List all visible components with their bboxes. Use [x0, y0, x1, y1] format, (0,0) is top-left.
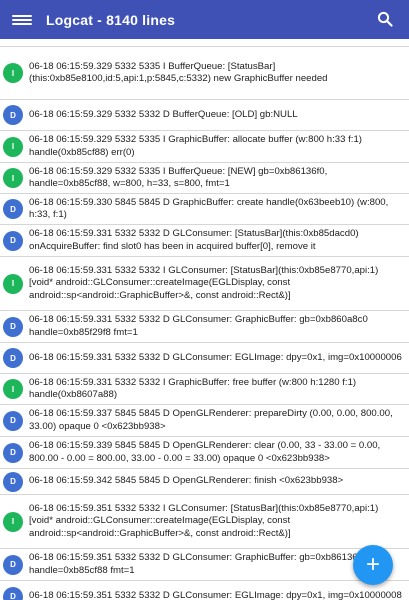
log-message: 06-18 06:15:59.330 5845 5845 D GraphicBu…	[29, 196, 389, 220]
log-message: 06-18 06:15:59.331 5332 5332 D GLConsume…	[29, 228, 359, 252]
log-level-badge: D	[3, 348, 23, 368]
log-level-badge: I	[3, 379, 23, 399]
log-level-badge: D	[3, 105, 23, 125]
log-row[interactable]: D 06-18 06:15:59.329 5332 5332 D BufferQu…	[0, 100, 409, 131]
log-row-partial	[0, 39, 409, 47]
log-level-badge: D	[3, 471, 23, 492]
log-message: 06-18 06:15:59.337 5845 5845 D OpenGLRen…	[29, 408, 393, 432]
log-row[interactable]: D 06-18 06:15:59.331 5332 5332 D GLConsum…	[0, 311, 409, 343]
log-level-badge: I	[3, 511, 23, 532]
log-level-badge: I	[3, 273, 23, 294]
log-message: 06-18 06:15:59.342 5845 5845 D OpenGLRen…	[29, 475, 344, 487]
log-message: 06-18 06:15:59.329 5332 5335 I BufferQue…	[29, 165, 328, 189]
menu-icon-line	[12, 14, 32, 17]
log-message: 06-18 06:15:59.329 5332 5335 I GraphicBu…	[29, 134, 362, 158]
page-title: Logcat - 8140 lines	[46, 11, 176, 28]
log-row[interactable]: D 06-18 06:15:59.337 5845 5845 D OpenGLRe…	[0, 405, 409, 437]
log-list[interactable]: I 06-18 06:15:59.329 5332 5335 I BufferQu…	[0, 39, 409, 600]
log-level-badge: I	[3, 168, 23, 188]
log-row[interactable]: I 06-18 06:15:59.329 5332 5335 I GraphicB…	[0, 131, 409, 163]
log-level-badge: D	[3, 316, 23, 337]
menu-icon-line	[12, 22, 32, 25]
log-row[interactable]: I 06-18 06:15:59.331 5332 5332 I GraphicB…	[0, 374, 409, 405]
menu-icon[interactable]	[12, 12, 32, 28]
log-level-badge: D	[3, 410, 23, 431]
log-level-badge: D	[3, 230, 23, 251]
log-row[interactable]: D 06-18 06:15:59.351 5332 5332 D GLConsum…	[0, 581, 409, 600]
log-message: 06-18 06:15:59.331 5332 5332 I GraphicBu…	[29, 376, 357, 400]
log-level-badge: I	[3, 63, 23, 83]
log-level-badge: D	[3, 586, 23, 600]
log-row[interactable]: D 06-18 06:15:59.339 5845 5845 D OpenGLRe…	[0, 437, 409, 469]
log-row[interactable]: I 06-18 06:15:59.329 5332 5335 I BufferQu…	[0, 47, 409, 100]
log-message: 06-18 06:15:59.329 5332 5335 I BufferQue…	[29, 60, 328, 84]
log-message: 06-18 06:15:59.351 5332 5332 D GLConsume…	[29, 590, 402, 600]
log-message: 06-18 06:15:59.351 5332 5332 I GLConsume…	[29, 502, 379, 539]
log-row[interactable]: D 06-18 06:15:59.330 5845 5845 D GraphicB…	[0, 194, 409, 225]
log-message: 06-18 06:15:59.351 5332 5332 D GLConsume…	[29, 552, 366, 576]
menu-icon-line	[12, 18, 32, 21]
log-message: 06-18 06:15:59.331 5332 5332 D GLConsume…	[29, 351, 402, 363]
app-bar: Logcat - 8140 lines	[0, 0, 409, 39]
log-row[interactable]: I 06-18 06:15:59.351 5332 5332 I GLConsum…	[0, 495, 409, 549]
log-level-badge: D	[3, 199, 23, 219]
log-row[interactable]: D 06-18 06:15:59.331 5332 5332 D GLConsum…	[0, 343, 409, 374]
log-level-badge: D	[3, 442, 23, 463]
log-level-badge: D	[3, 554, 23, 575]
log-message: 06-18 06:15:59.339 5845 5845 D OpenGLRen…	[29, 440, 381, 464]
log-row[interactable]: D 06-18 06:15:59.351 5332 5332 D GLConsum…	[0, 549, 409, 581]
log-row[interactable]: D 06-18 06:15:59.342 5845 5845 D OpenGLRe…	[0, 469, 409, 495]
log-message: 06-18 06:15:59.331 5332 5332 I GLConsume…	[29, 264, 379, 301]
log-row[interactable]: I 06-18 06:15:59.329 5332 5335 I BufferQu…	[0, 163, 409, 194]
log-message: 06-18 06:15:59.331 5332 5332 D GLConsume…	[29, 314, 368, 338]
add-button[interactable]: +	[353, 545, 393, 585]
log-level-badge: I	[3, 136, 23, 157]
log-message: 06-18 06:15:59.329 5332 5332 D BufferQue…	[29, 108, 298, 120]
search-icon[interactable]	[377, 11, 393, 27]
plus-icon: +	[365, 551, 380, 578]
log-row[interactable]: I 06-18 06:15:59.331 5332 5332 I GLConsum…	[0, 257, 409, 311]
log-row[interactable]: D 06-18 06:15:59.331 5332 5332 D GLConsum…	[0, 225, 409, 257]
